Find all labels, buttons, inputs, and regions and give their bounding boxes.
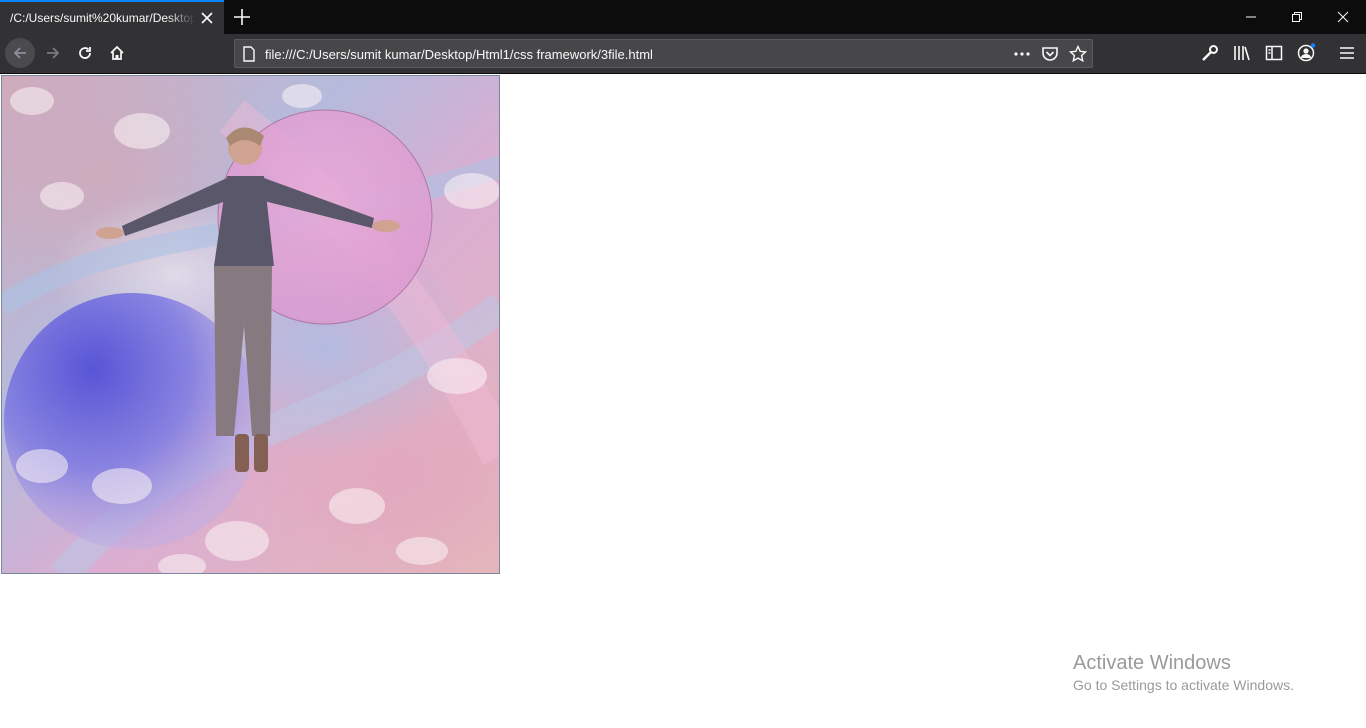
back-arrow-icon[interactable] [5, 38, 35, 68]
reload-icon[interactable] [70, 38, 100, 68]
activate-windows-watermark: Activate Windows Go to Settings to activ… [1073, 652, 1294, 694]
url-text[interactable]: file:///C:/Users/sumit kumar/Desktop/Htm… [265, 47, 653, 62]
active-tab[interactable]: /C:/Users/sumit%20kumar/Desktop/Html1/cs… [0, 0, 224, 34]
tab-close-icon[interactable] [200, 11, 214, 25]
home-icon[interactable] [102, 38, 132, 68]
hamburger-menu-icon[interactable] [1337, 43, 1357, 63]
watermark-subtitle: Go to Settings to activate Windows. [1073, 677, 1294, 693]
sidebar-icon[interactable] [1264, 43, 1284, 63]
forward-arrow-icon[interactable] [38, 38, 68, 68]
pocket-icon[interactable] [1041, 45, 1059, 63]
account-icon[interactable] [1296, 43, 1316, 63]
window-close-icon[interactable] [1320, 0, 1366, 34]
more-actions-icon[interactable] [1013, 45, 1031, 63]
watermark-title: Activate Windows [1073, 652, 1231, 674]
library-icon[interactable] [1232, 43, 1252, 63]
restore-icon[interactable] [1274, 0, 1320, 34]
navigation-toolbar: file:///C:/Users/sumit kumar/Desktop/Htm… [0, 34, 1366, 74]
page-content [0, 75, 1366, 728]
url-bar[interactable]: file:///C:/Users/sumit kumar/Desktop/Htm… [234, 39, 1093, 68]
wrench-icon[interactable] [1200, 43, 1220, 63]
tab-title: /C:/Users/sumit%20kumar/Desktop/Html1/cs… [10, 11, 195, 25]
new-tab-plus-icon[interactable] [232, 7, 252, 27]
title-bar: /C:/Users/sumit%20kumar/Desktop/Html1/cs… [0, 0, 1366, 34]
hero-photo [1, 75, 500, 574]
page-icon [242, 46, 256, 67]
minimize-icon[interactable] [1228, 0, 1274, 34]
bookmark-star-icon[interactable] [1068, 44, 1088, 63]
